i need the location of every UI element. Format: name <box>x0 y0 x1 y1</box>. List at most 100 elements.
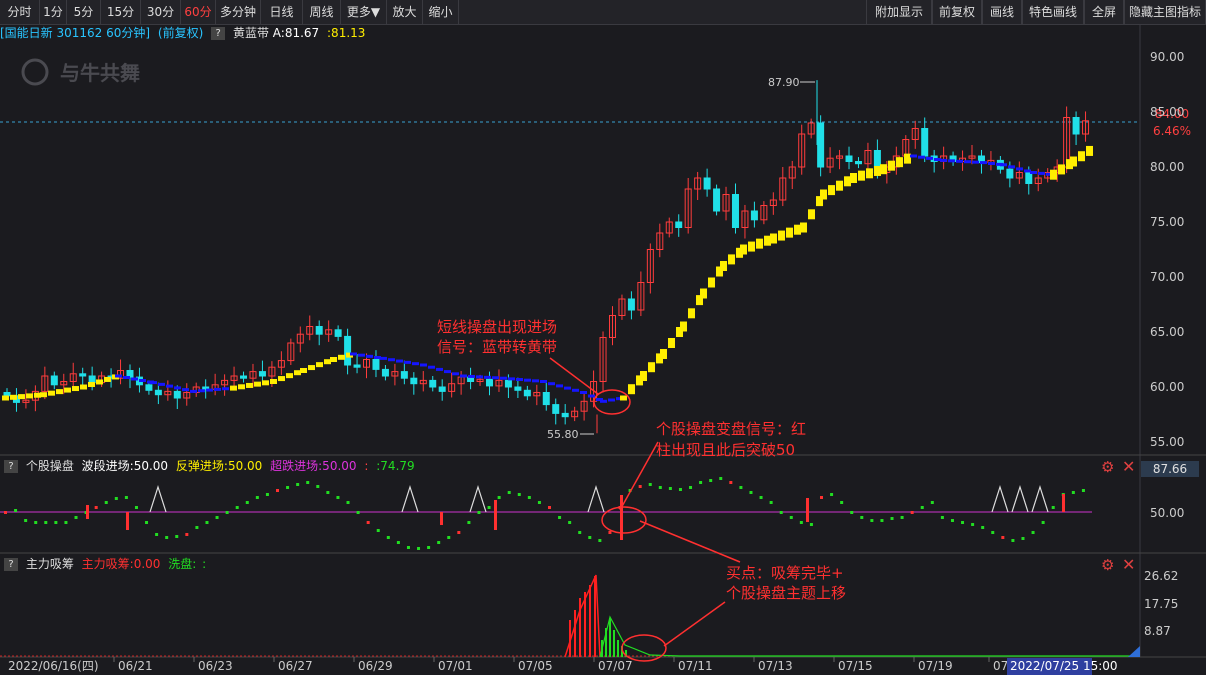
band-segment <box>174 386 181 390</box>
sub1-dot <box>94 506 98 509</box>
band-segment <box>158 382 165 386</box>
band-segment <box>452 372 459 376</box>
sub2-y-tick-1: 26.62 <box>1144 569 1178 583</box>
band-segment <box>786 227 793 238</box>
sub2-y-tick-2: 17.75 <box>1144 597 1178 611</box>
y-tick: 65.00 <box>1150 325 1184 339</box>
candle-body <box>750 210 758 221</box>
candle-body <box>50 375 58 386</box>
band-segment <box>1000 163 1007 167</box>
candle-body <box>921 128 929 157</box>
sub1-dot <box>799 521 803 524</box>
band-segment <box>532 379 539 383</box>
candle-body <box>173 390 181 399</box>
sub1-dot <box>427 546 431 549</box>
candle-body <box>817 122 825 168</box>
sub1-dot <box>487 506 491 509</box>
candle-body <box>504 379 512 388</box>
band-segment <box>720 261 727 271</box>
candle-body <box>845 155 853 162</box>
band-segment <box>728 254 735 265</box>
band-segment <box>1030 171 1037 174</box>
main-annotation-line1: 短线操盘出现进场 <box>437 318 557 336</box>
x-label: 07/15 <box>838 659 873 673</box>
band-segment <box>858 170 865 181</box>
band-segment <box>836 180 843 191</box>
band-segment <box>524 378 531 382</box>
resize-corner-icon[interactable] <box>1128 646 1140 657</box>
band-segment <box>926 156 933 160</box>
band-segment <box>896 157 903 168</box>
band-segment <box>764 235 771 246</box>
band-segment <box>278 376 285 382</box>
sub1-dot <box>34 521 38 524</box>
band-segment <box>808 209 815 220</box>
sub1-dot <box>668 487 672 490</box>
sub1-dot <box>719 477 723 480</box>
stock-chart[interactable]: 与牛共舞 84.00 6.46% 90.0085.0080.0075.0070.… <box>0 0 1206 675</box>
watermark-logo: 与牛共舞 <box>60 61 140 85</box>
band-segment <box>436 367 443 371</box>
candle-body <box>552 404 560 414</box>
band-segment <box>428 365 435 369</box>
band-segment <box>18 394 25 400</box>
cursor-date: 2022/07/25 15:00 <box>1010 659 1118 673</box>
sub1-dot <box>789 516 793 519</box>
sub1-dot <box>981 526 985 529</box>
band-segment <box>748 241 755 252</box>
low-label: 55.80 <box>547 428 579 441</box>
sub1-dot <box>1011 539 1015 542</box>
sub1-dot <box>890 517 894 520</box>
band-segment <box>388 358 395 362</box>
sub1-dot <box>346 501 350 504</box>
band-segment <box>166 384 173 388</box>
main-annotation-circle <box>593 389 631 415</box>
band-segment <box>246 382 253 388</box>
x-label: 06/23 <box>198 659 233 673</box>
band-segment <box>972 160 979 164</box>
sub1-dot <box>678 488 682 491</box>
sub1-dot <box>74 516 78 519</box>
band-segment <box>874 165 881 176</box>
sub1-dot <box>175 535 179 538</box>
band-segment <box>1086 145 1093 156</box>
candle-body <box>315 326 323 335</box>
sub1-dot <box>356 511 360 514</box>
sub1-dot <box>1001 536 1005 539</box>
sub1-dot <box>225 511 229 514</box>
candle-body <box>3 392 11 397</box>
sub1-dot <box>64 521 68 524</box>
sub1-dot <box>24 519 28 522</box>
sub1-triangle <box>469 485 487 513</box>
candle-body <box>381 368 389 377</box>
band-segment <box>668 338 675 348</box>
band-segment <box>1058 164 1065 175</box>
band-segment <box>80 384 87 390</box>
sub1-dot <box>1041 521 1045 524</box>
sub1-dot <box>286 486 290 489</box>
band-segment <box>548 382 555 386</box>
band-segment <box>26 393 33 399</box>
band-segment <box>308 365 315 371</box>
band-segment <box>1016 167 1023 171</box>
sub1-dot <box>14 509 18 512</box>
sub1-annotation-circle <box>601 506 647 534</box>
candle-body <box>561 412 569 418</box>
band-segment <box>756 238 763 249</box>
sub1-dot <box>658 486 662 489</box>
band-segment <box>104 376 111 382</box>
band-segment <box>828 185 835 196</box>
x-label: 07/19 <box>918 659 953 673</box>
sub1-y-tick: 50.00 <box>1150 506 1184 520</box>
watermark-bull-icon <box>21 58 49 86</box>
band-segment <box>800 222 807 233</box>
sub1-dot <box>457 531 461 534</box>
band-segment <box>380 356 387 360</box>
sub1-dot <box>850 511 854 514</box>
sub1-dot <box>537 501 541 504</box>
candle-body <box>258 371 266 377</box>
band-segment <box>988 161 995 165</box>
candle-body <box>542 392 550 406</box>
band-segment <box>556 384 563 388</box>
sub1-bars <box>4 477 1085 550</box>
